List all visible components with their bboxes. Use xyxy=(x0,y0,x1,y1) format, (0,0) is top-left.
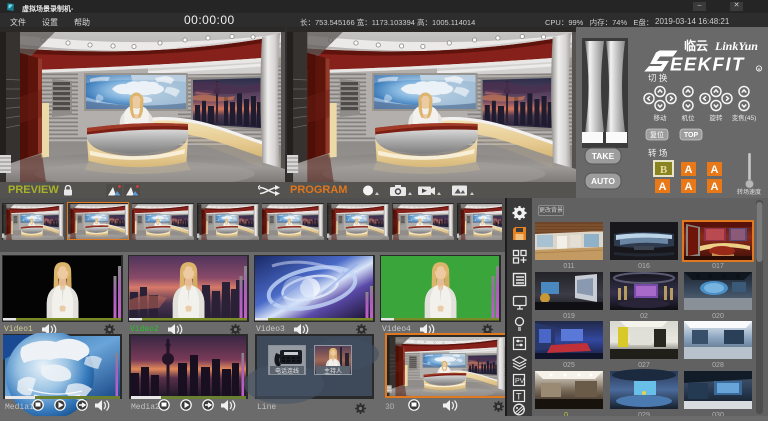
svg-text:030: 030 xyxy=(712,412,724,416)
svg-text:AUTO: AUTO xyxy=(591,176,615,186)
svg-text:TOP: TOP xyxy=(684,132,699,139)
svg-text:02: 02 xyxy=(640,313,648,320)
svg-text:0...: 0... xyxy=(564,412,574,416)
svg-text:LinkYun: LinkYun xyxy=(714,39,758,53)
svg-text:A: A xyxy=(685,164,693,176)
svg-text:Line: Line xyxy=(257,403,276,412)
svg-text:机位: 机位 xyxy=(682,113,696,122)
svg-text:复位: 复位 xyxy=(650,130,664,139)
svg-text:027: 027 xyxy=(638,362,650,369)
svg-text:T: T xyxy=(516,392,522,402)
svg-text:A: A xyxy=(711,181,719,193)
svg-text:A: A xyxy=(711,164,719,176)
svg-text:转 场: 转 场 xyxy=(648,148,667,158)
svg-text:011: 011 xyxy=(563,263,574,270)
svg-text:029: 029 xyxy=(638,412,650,416)
svg-text:PV: PV xyxy=(515,378,525,385)
svg-text:B: B xyxy=(660,164,668,176)
svg-text:临云: 临云 xyxy=(684,38,708,53)
svg-text:016: 016 xyxy=(638,263,650,270)
svg-text:3D: 3D xyxy=(385,403,395,412)
svg-text:变焦(45): 变焦(45) xyxy=(732,113,757,122)
svg-text:025: 025 xyxy=(563,362,575,369)
svg-text:020: 020 xyxy=(712,313,724,320)
svg-text:转场速度: 转场速度 xyxy=(737,188,761,196)
svg-text:移动: 移动 xyxy=(654,113,668,122)
svg-text:主持人: 主持人 xyxy=(324,367,342,375)
svg-text:电话连线: 电话连线 xyxy=(275,367,299,375)
svg-text:Media1: Media1 xyxy=(5,403,34,412)
svg-text:旋转: 旋转 xyxy=(710,113,724,122)
svg-text:019: 019 xyxy=(563,313,575,320)
svg-text:A: A xyxy=(659,181,667,193)
svg-text:028: 028 xyxy=(712,362,724,369)
svg-text:R: R xyxy=(758,66,761,71)
svg-text:切 换: 切 换 xyxy=(648,73,668,83)
svg-text:A: A xyxy=(685,181,693,193)
svg-text:Media2: Media2 xyxy=(131,403,160,412)
svg-text:017: 017 xyxy=(712,263,724,270)
svg-text:EEKFIT: EEKFIT xyxy=(670,54,745,75)
svg-text:TAKE: TAKE xyxy=(592,151,615,161)
